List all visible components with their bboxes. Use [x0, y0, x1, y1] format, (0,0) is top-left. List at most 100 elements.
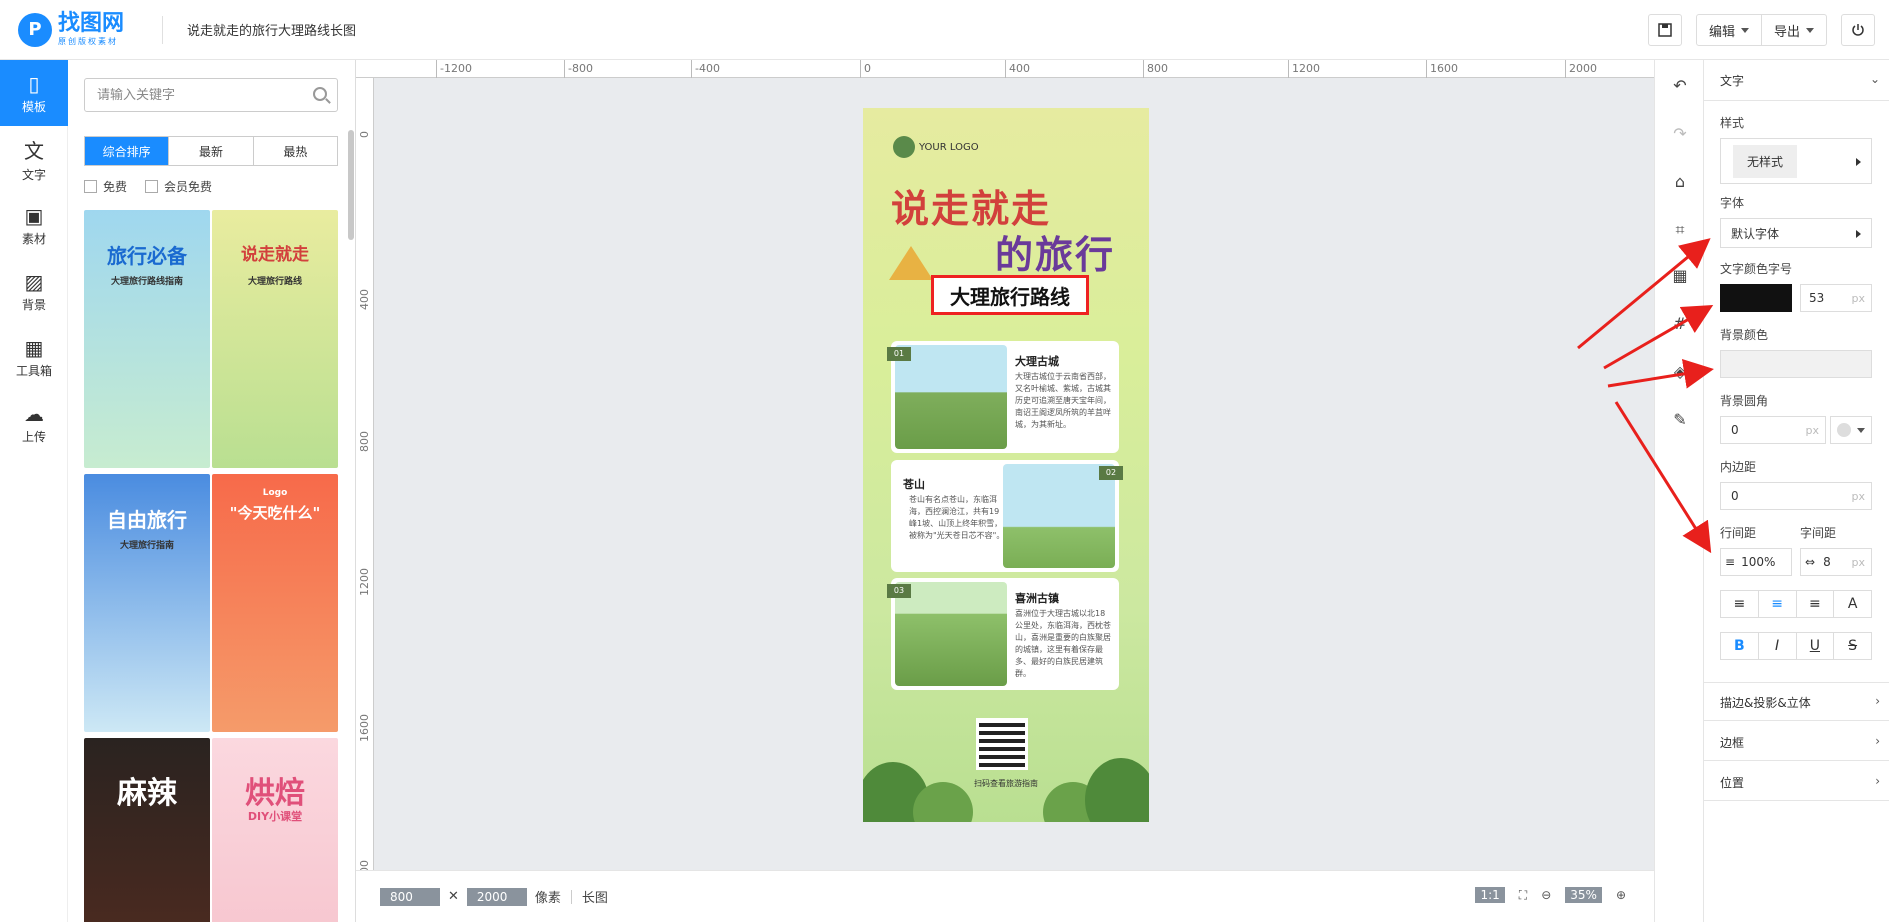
chevron-right-icon: ›	[1875, 694, 1880, 708]
nav-item-templates[interactable]: ▯ 模板	[0, 60, 68, 126]
ruler-horizontal: -1200 -800 -400 0 400 800 1200 1600 2000	[356, 60, 1654, 78]
style-selector[interactable]: 无样式	[1720, 138, 1872, 184]
zoom-level[interactable]: 35%	[1565, 887, 1602, 903]
undo-icon[interactable]: ↶	[1670, 76, 1690, 96]
chevron-right-icon: ›	[1875, 734, 1880, 748]
power-icon	[1852, 24, 1864, 36]
canvas-width-field[interactable]: 800	[380, 887, 440, 906]
nav-item-background[interactable]: ▨ 背景	[0, 258, 68, 324]
template-thumb[interactable]: 麻辣	[84, 738, 210, 922]
line-height-input[interactable]: ≡ 100%	[1720, 548, 1792, 576]
section-position[interactable]: 位置 ›	[1720, 774, 1880, 791]
color-dot-icon	[1837, 423, 1851, 437]
text-translate-icon: 文	[24, 139, 44, 163]
edit-export-group: 编辑 导出	[1695, 14, 1827, 46]
export-menu-button[interactable]: 导出	[1760, 15, 1826, 45]
font-size-input[interactable]: 53 px	[1800, 284, 1872, 312]
divider	[162, 15, 163, 44]
document-title[interactable]: 说走就走的旅行大理路线长图	[187, 20, 356, 39]
route-card[interactable]: 03 喜洲古镇 喜洲位于大理古城以北18公里处，东临洱海，西枕苍山，喜洲是重要的…	[887, 578, 1119, 690]
panel-scrollbar[interactable]	[348, 130, 354, 240]
presentation-icon[interactable]: ⌂	[1670, 172, 1690, 192]
crop-icon[interactable]: ⌗	[1670, 220, 1690, 240]
section-text-header[interactable]: 文字 ⌄	[1720, 72, 1880, 89]
radius-color-dropdown[interactable]	[1830, 416, 1872, 444]
caret-down-icon	[1740, 27, 1749, 33]
fit-screen-icon[interactable]: ⛶	[1519, 888, 1527, 903]
search-icon[interactable]	[313, 87, 327, 101]
cloud-upload-icon: ☁	[24, 401, 44, 426]
tent-icon[interactable]	[889, 246, 933, 280]
background-icon: ▨	[24, 269, 44, 294]
ruler-vertical: 0 400 800 1200 1600 2000	[356, 78, 374, 870]
design-canvas-poster[interactable]: YOUR LOGO 说走就走 的旅行 大理旅行路线 01 大理古城 大理古城位于…	[863, 108, 1149, 822]
align-right-button[interactable]: ≡	[1795, 591, 1834, 617]
caret-down-icon	[1857, 427, 1865, 433]
nav-item-upload[interactable]: ☁ 上传	[0, 390, 68, 456]
poster-logo[interactable]: YOUR LOGO	[893, 136, 979, 158]
filter-member-free-checkbox[interactable]: 会员免费	[145, 178, 212, 195]
line-height-label: 行间距	[1720, 526, 1757, 540]
poster-title-line2[interactable]: 的旅行	[995, 224, 1115, 279]
left-nav: ▯ 模板 文 文字 ▣ 素材 ▨ 背景 ▦ 工具箱 ☁ 上传	[0, 60, 68, 922]
times-symbol: ✕	[448, 889, 459, 904]
text-color-swatch[interactable]	[1720, 284, 1792, 312]
grid-icon[interactable]: #	[1670, 314, 1690, 334]
route-card[interactable]: 01 大理古城 大理古城位于云南省西部，又名叶榆城、紫城，古城其历史可追溯至唐天…	[887, 341, 1119, 453]
brush-icon[interactable]: ✎	[1670, 410, 1690, 430]
nav-item-text[interactable]: 文 文字	[0, 126, 68, 192]
qr-caption[interactable]: 扫码查看旅游指南	[863, 778, 1149, 789]
template-thumb[interactable]: 说走就走 大理旅行路线	[212, 210, 338, 468]
editor-app: P 找图网 原创版权素材 说走就走的旅行大理路线长图 编辑 导出 ▯ 模板 文 …	[0, 0, 1889, 922]
vertical-text-button[interactable]: A	[1833, 591, 1871, 617]
line-height-icon: ≡	[1725, 555, 1736, 569]
tab-sort-hottest[interactable]: 最热	[252, 137, 337, 165]
strikethrough-button[interactable]: S	[1833, 633, 1871, 659]
style-label: 样式	[1720, 116, 1745, 130]
nav-item-assets[interactable]: ▣ 素材	[0, 192, 68, 258]
template-thumb[interactable]: 烘焙 DIY小课堂	[212, 738, 338, 922]
route-card[interactable]: 02 苍山 苍山有名点苍山，东临洱海，西控澜沧江，共有19峰1坡、山顶上终年积雪…	[891, 460, 1123, 572]
zoom-out-icon[interactable]: ⊖	[1541, 888, 1551, 902]
bg-color-picker[interactable]	[1720, 350, 1872, 378]
brand-logo[interactable]: P 找图网 原创版权素材	[18, 12, 148, 47]
tab-sort-newest[interactable]: 最新	[168, 137, 252, 165]
align-left-button[interactable]: ≡	[1721, 591, 1758, 617]
font-selector[interactable]: 默认字体	[1720, 218, 1872, 248]
nav-item-toolbox[interactable]: ▦ 工具箱	[0, 324, 68, 390]
canvas-height-field[interactable]: 2000	[466, 887, 527, 906]
logout-button[interactable]	[1841, 14, 1875, 46]
bold-button[interactable]: B	[1721, 633, 1758, 659]
tool-strip: ↶ ↷ ⌂ ⌗ ▦ # ◈ ✎	[1654, 60, 1704, 922]
bg-radius-input[interactable]: 0 px	[1720, 416, 1826, 444]
template-grid: 旅行必备 大理旅行路线指南 说走就走 大理旅行路线 自由旅行 大理旅行指南 "今…	[84, 210, 338, 922]
search-input[interactable]	[97, 87, 307, 103]
logo-mark-icon	[893, 136, 915, 158]
grid-icon: ▦	[24, 335, 44, 360]
save-icon	[1658, 23, 1672, 37]
align-center-button[interactable]: ≡	[1757, 591, 1796, 617]
selected-text-element[interactable]: 大理旅行路线	[931, 275, 1089, 315]
letter-spacing-input[interactable]: ⇔ 8 px	[1800, 548, 1872, 576]
bg-color-label: 背景颜色	[1720, 328, 1769, 342]
section-stroke-shadow[interactable]: 描边&投影&立体 ›	[1720, 694, 1880, 711]
template-thumb[interactable]: 自由旅行 大理旅行指南	[84, 474, 210, 732]
padding-input[interactable]: 0 px	[1720, 482, 1872, 510]
section-border[interactable]: 边框 ›	[1720, 734, 1880, 751]
filter-free-checkbox[interactable]: 免费	[84, 178, 127, 195]
table-icon[interactable]: ▦	[1670, 266, 1690, 286]
edit-menu-button[interactable]: 编辑	[1697, 15, 1761, 45]
template-thumb[interactable]: 旅行必备 大理旅行路线指南	[84, 210, 210, 468]
qr-code[interactable]	[976, 718, 1028, 770]
redo-icon[interactable]: ↷	[1670, 124, 1690, 144]
template-thumb[interactable]: "今天吃什么" Logo	[212, 474, 338, 732]
italic-button[interactable]: I	[1757, 633, 1796, 659]
text-align-group: ≡ ≡ ≡ A	[1720, 590, 1872, 618]
filter-row: 免费 会员免费	[84, 178, 212, 195]
zoom-in-icon[interactable]: ⊕	[1616, 888, 1626, 902]
save-button[interactable]	[1647, 14, 1682, 46]
underline-button[interactable]: U	[1795, 633, 1834, 659]
tab-sort-comprehensive[interactable]: 综合排序	[85, 137, 169, 165]
actual-size-button[interactable]: 1:1	[1475, 887, 1505, 903]
layers-icon[interactable]: ◈	[1670, 362, 1690, 382]
